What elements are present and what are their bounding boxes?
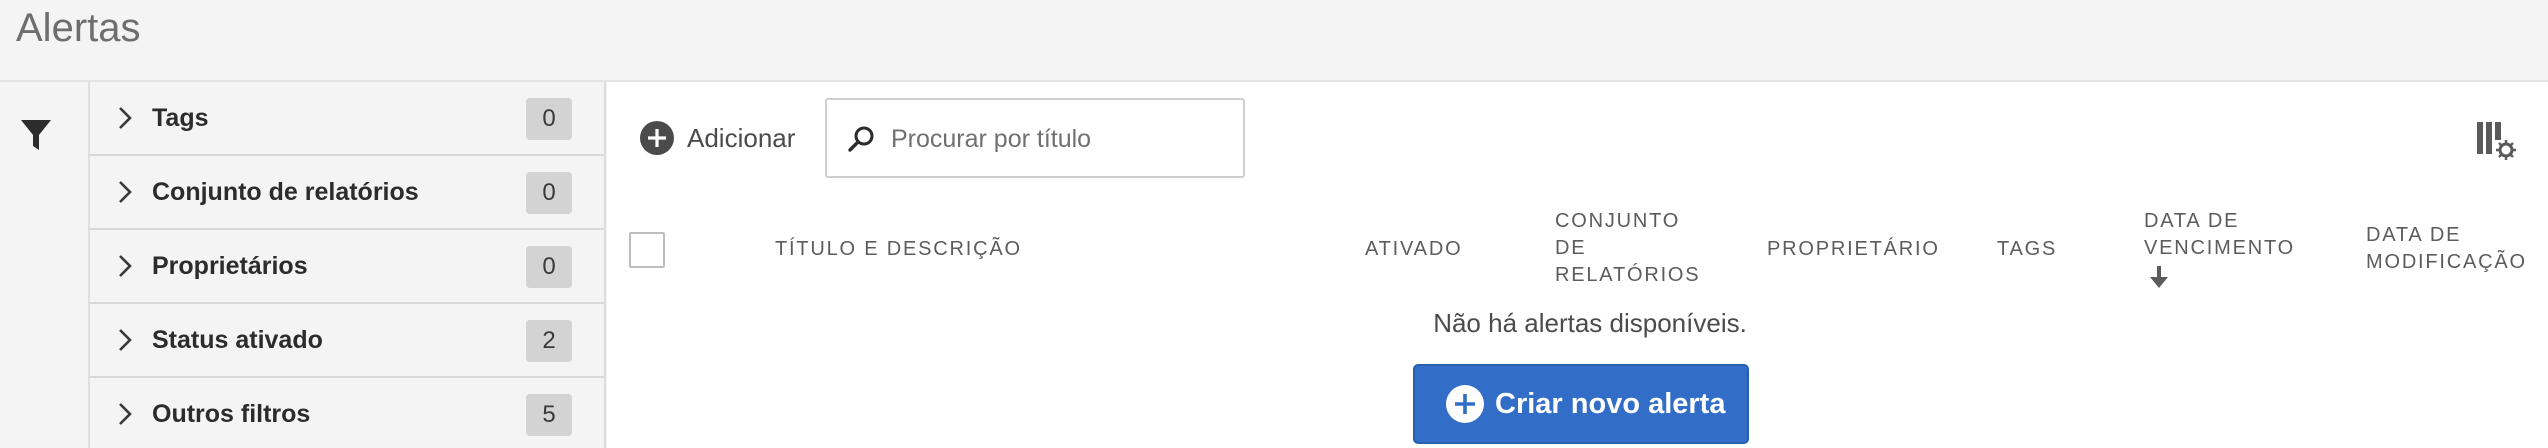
search-icon: [848, 126, 874, 152]
filter-panel: Tags 0 Conjunto de relatórios 0 Propriet…: [90, 82, 606, 448]
column-header-report-suite[interactable]: CONJUNTO DE RELATÓRIOS: [1555, 208, 1700, 289]
filter-label: Tags: [152, 104, 209, 132]
column-header-line: DE: [1555, 237, 1587, 259]
filter-count-badge: 5: [526, 394, 572, 436]
filter-enabled-status[interactable]: Status ativado 2: [90, 304, 604, 378]
plus-circle-icon: [1446, 385, 1484, 423]
page-title: Alertas: [16, 6, 141, 50]
filter-count-badge: 2: [526, 320, 572, 362]
sort-descending-icon: [2150, 266, 2168, 288]
create-alert-button-label: Criar novo alerta: [1495, 387, 1726, 420]
column-header-modified-date[interactable]: DATA DE MODIFICAÇÃO: [2366, 222, 2527, 276]
column-header-tags[interactable]: TAGS: [1997, 236, 2057, 263]
search-input[interactable]: [891, 118, 1231, 160]
filter-tags[interactable]: Tags 0: [90, 82, 604, 156]
chevron-right-icon: [119, 329, 132, 351]
column-header-line: DATA DE: [2144, 210, 2240, 232]
column-header-line: MODIFICAÇÃO: [2366, 251, 2527, 273]
column-header-line: CONJUNTO: [1555, 210, 1681, 232]
filter-label: Status ativado: [152, 326, 323, 354]
plus-circle-icon: [640, 121, 674, 155]
chevron-right-icon: [119, 255, 132, 277]
filter-label: Conjunto de relatórios: [152, 178, 419, 206]
column-header-title[interactable]: TÍTULO E DESCRIÇÃO: [775, 236, 1022, 263]
add-button[interactable]: Adicionar: [639, 116, 795, 160]
chevron-right-icon: [119, 107, 132, 129]
column-header-line: RELATÓRIOS: [1555, 264, 1701, 286]
filter-label: Outros filtros: [152, 400, 311, 428]
column-header-due-date[interactable]: DATA DE VENCIMENTO: [2144, 208, 2295, 262]
filter-count-badge: 0: [526, 172, 572, 214]
filter-report-suite[interactable]: Conjunto de relatórios 0: [90, 156, 604, 230]
filter-owners[interactable]: Proprietários 0: [90, 230, 604, 304]
column-settings-icon[interactable]: [2475, 118, 2517, 160]
filter-count-badge: 0: [526, 246, 572, 288]
filter-label: Proprietários: [152, 252, 308, 280]
add-button-label: Adicionar: [687, 122, 796, 153]
filter-count-badge: 0: [526, 98, 572, 140]
chevron-right-icon: [119, 181, 132, 203]
filter-rail: [0, 82, 90, 448]
main-panel: Adicionar TÍTULO E DESCRIÇÃO ATIVADO CON…: [607, 82, 2548, 448]
page-header: Alertas: [0, 0, 2548, 82]
create-alert-button[interactable]: Criar novo alerta: [1413, 364, 1749, 444]
column-header-enabled[interactable]: ATIVADO: [1365, 236, 1462, 263]
column-header-line: VENCIMENTO: [2144, 237, 2295, 259]
column-header-owner[interactable]: PROPRIETÁRIO: [1767, 236, 1940, 263]
search-box: [825, 98, 1245, 178]
chevron-right-icon: [119, 403, 132, 425]
filter-icon[interactable]: [20, 118, 52, 152]
column-header-line: DATA DE: [2366, 224, 2462, 246]
select-all-checkbox[interactable]: [629, 232, 665, 268]
filter-other[interactable]: Outros filtros 5: [90, 378, 604, 448]
empty-state-message: Não há alertas disponíveis.: [1433, 308, 1747, 338]
